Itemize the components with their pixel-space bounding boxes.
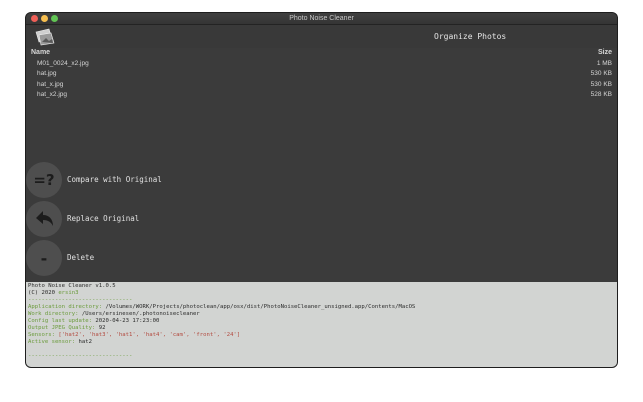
window-title: Photo Noise Cleaner [289,15,354,22]
photos-logo-icon [35,28,55,46]
console-line: Active sensor: hat2 [28,339,93,345]
minus-icon: - [26,240,62,276]
console-line: Output JPEG Quality: 92 [28,325,106,331]
console-separator: ------------------------------- [28,297,133,303]
title-bar: Photo Noise Cleaner [26,13,617,25]
replace-label: Replace Original [67,214,140,223]
file-name: hat_x.jpg [37,80,64,88]
file-size: 1 MB [596,60,612,67]
log-console: Photo Noise Cleaner v1.0.5 (C) 2020 ersi… [26,282,617,367]
app-window: Photo Noise Cleaner Organize Photos Name… [26,13,617,367]
console-line: Config last update: 2020-04-23 17:23:00 [28,318,160,324]
file-list-header: Name Size [26,49,617,58]
delete-label: Delete [67,253,95,262]
compare-label: Compare with Original [67,175,162,184]
console-line: Photo Noise Cleaner v1.0.5 [28,283,116,289]
file-row[interactable]: M01_0024_x2.jpg 1 MB [26,59,617,69]
file-rows: M01_0024_x2.jpg 1 MB hat.jpg 530 KB hat_… [26,59,617,100]
compare-with-original-button[interactable]: =? Compare with Original [26,162,326,198]
console-line: Work directory: /Users/ersinesen/.photon… [28,311,200,317]
undo-arrow-icon [26,201,62,237]
file-row[interactable]: hat_x.jpg 530 KB [26,80,617,90]
file-size: 530 KB [590,70,612,78]
file-list: Name Size M01_0024_x2.jpg 1 MB hat.jpg 5… [26,48,617,296]
column-header-size[interactable]: Size [598,49,612,56]
file-row[interactable]: hat_x2.jpg 528 KB [26,90,617,100]
delete-button[interactable]: - Delete [26,240,326,276]
organize-photos-button[interactable]: Organize Photos [434,31,506,43]
compare-icon: =? [26,162,62,198]
file-size: 528 KB [590,90,612,98]
console-line: Sensors: ['hat2', 'hat3', 'hat1', 'hat4'… [28,332,241,338]
console-separator: ------------------------------- [28,353,133,359]
console-line: Application directory: /Volumes/WORK/Pro… [28,304,416,310]
file-name: hat.jpg [37,70,57,78]
column-header-name[interactable]: Name [31,49,50,56]
file-name: hat_x2.jpg [37,90,67,98]
console-line: (C) 2020 ersin3 [28,290,79,296]
file-size: 530 KB [590,80,612,88]
replace-original-button[interactable]: Replace Original [26,201,326,237]
file-name: M01_0024_x2.jpg [37,60,89,67]
file-row[interactable]: hat.jpg 530 KB [26,69,617,79]
